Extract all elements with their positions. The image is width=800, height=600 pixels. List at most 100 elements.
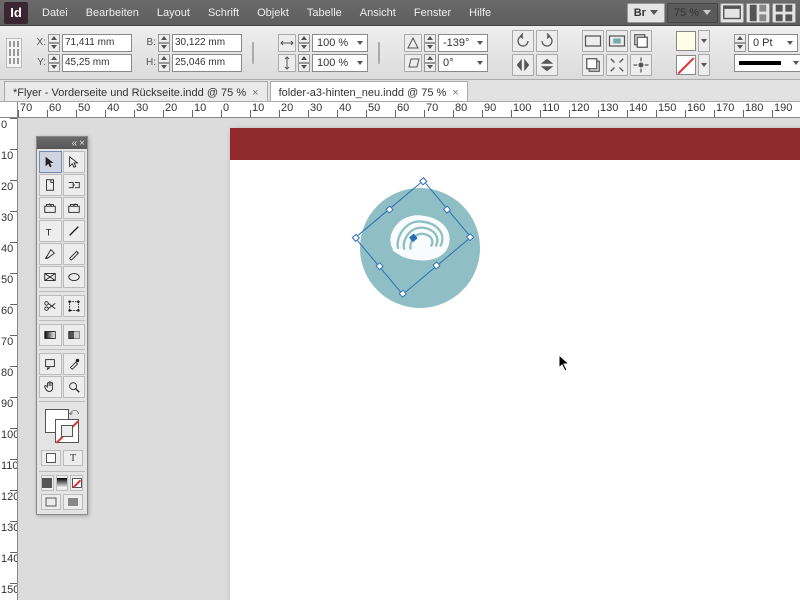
- w-step-up[interactable]: [158, 34, 170, 43]
- rotate-ccw-icon[interactable]: [512, 30, 534, 52]
- tools-panel[interactable]: «× T: [36, 136, 88, 515]
- pen-tool[interactable]: [39, 243, 62, 265]
- view-mode-normal[interactable]: [41, 494, 61, 510]
- flip-v-icon[interactable]: [536, 54, 558, 76]
- constrain-scale-icon[interactable]: [378, 42, 380, 64]
- fit-content-icon[interactable]: [606, 54, 628, 76]
- sx-step-down[interactable]: [298, 43, 310, 52]
- hand-tool[interactable]: [39, 376, 62, 398]
- direct-selection-tool[interactable]: [63, 151, 86, 173]
- flip-h-icon[interactable]: [512, 54, 534, 76]
- stroke-style-field[interactable]: [734, 54, 800, 72]
- y-field[interactable]: [62, 54, 132, 72]
- rotate-cw-icon[interactable]: [536, 30, 558, 52]
- menu-tabelle[interactable]: Tabelle: [299, 3, 350, 23]
- menu-bearbeiten[interactable]: Bearbeiten: [78, 3, 147, 23]
- free-transform-tool[interactable]: [63, 295, 86, 317]
- fill-swatch[interactable]: [676, 31, 696, 51]
- y-step-up[interactable]: [48, 54, 60, 63]
- fill-drop-icon[interactable]: [698, 30, 710, 52]
- line-tool[interactable]: [63, 220, 86, 242]
- swap-fill-stroke-icon[interactable]: ⤺: [68, 407, 79, 418]
- rot-step-down[interactable]: [424, 43, 436, 52]
- rot-step-up[interactable]: [424, 34, 436, 43]
- bridge-button[interactable]: Br: [627, 3, 665, 23]
- w-field[interactable]: [172, 34, 242, 52]
- view-mode-preview[interactable]: [63, 494, 83, 510]
- strokew-down[interactable]: [734, 43, 746, 52]
- note-tool[interactable]: [39, 353, 62, 375]
- page[interactable]: [230, 128, 800, 600]
- ruler-horizontal[interactable]: 7060504030201001020304050607080901001101…: [18, 102, 800, 118]
- h-field[interactable]: [172, 54, 242, 72]
- select-content-icon[interactable]: [606, 30, 628, 52]
- stroke-proxy[interactable]: [55, 419, 79, 443]
- x-step-up[interactable]: [48, 34, 60, 43]
- sx-step-up[interactable]: [298, 34, 310, 43]
- x-step-down[interactable]: [48, 43, 60, 52]
- arrange-button[interactable]: [746, 3, 770, 23]
- stroke-swatch[interactable]: [676, 55, 696, 75]
- scalex-field[interactable]: 100 %: [312, 34, 368, 52]
- rectangle-frame-tool[interactable]: [39, 266, 62, 288]
- doc-tab-flyer[interactable]: *Flyer - Vorderseite und Rückseite.indd …: [4, 81, 268, 101]
- canvas[interactable]: «× T: [18, 118, 800, 600]
- select-container-icon[interactable]: [582, 30, 604, 52]
- selection-tool[interactable]: [39, 151, 62, 173]
- shr-step-up[interactable]: [424, 54, 436, 63]
- scissors-tool[interactable]: [39, 295, 62, 317]
- scaley-field[interactable]: 100 %: [312, 54, 368, 72]
- rotate-field[interactable]: -139°: [438, 34, 488, 52]
- zoom-dropdown[interactable]: 75 %: [667, 3, 718, 23]
- apply-color-button[interactable]: [41, 450, 61, 466]
- zoom-tool[interactable]: [63, 376, 86, 398]
- shear-field[interactable]: 0°: [438, 54, 488, 72]
- h-step-down[interactable]: [158, 63, 170, 72]
- sy-step-up[interactable]: [298, 54, 310, 63]
- apply-none-button[interactable]: [70, 475, 83, 491]
- close-icon[interactable]: ×: [452, 87, 458, 99]
- gradient-swatch-tool[interactable]: [39, 324, 62, 346]
- ruler-vertical[interactable]: 0102030405060708090100110120130140150: [0, 118, 18, 600]
- workspace-button[interactable]: [772, 3, 796, 23]
- formatting-text-button[interactable]: T: [63, 450, 83, 466]
- constrain-wh-icon[interactable]: [252, 42, 254, 64]
- close-icon[interactable]: ×: [252, 87, 258, 99]
- select-prev-icon[interactable]: [630, 30, 652, 52]
- page-tool[interactable]: [39, 174, 62, 196]
- pencil-tool[interactable]: [63, 243, 86, 265]
- gradient-feather-tool[interactable]: [63, 324, 86, 346]
- menu-ansicht[interactable]: Ansicht: [352, 3, 404, 23]
- fill-stroke-proxy[interactable]: ⤺: [41, 407, 83, 447]
- menu-schrift[interactable]: Schrift: [200, 3, 247, 23]
- h-step-up[interactable]: [158, 54, 170, 63]
- stroke-weight-field[interactable]: 0 Pt: [748, 34, 798, 52]
- select-next-icon[interactable]: [582, 54, 604, 76]
- type-tool[interactable]: T: [39, 220, 62, 242]
- menu-fenster[interactable]: Fenster: [406, 3, 459, 23]
- apply-gradient-button[interactable]: [56, 475, 69, 491]
- content-collector-tool[interactable]: [39, 197, 62, 219]
- menu-objekt[interactable]: Objekt: [249, 3, 297, 23]
- x-field[interactable]: [62, 34, 132, 52]
- menu-layout[interactable]: Layout: [149, 3, 198, 23]
- ellipse-tool[interactable]: [63, 266, 86, 288]
- reference-point[interactable]: [6, 38, 22, 68]
- shr-step-down[interactable]: [424, 63, 436, 72]
- menu-hilfe[interactable]: Hilfe: [461, 3, 499, 23]
- menu-datei[interactable]: Datei: [34, 3, 76, 23]
- gap-tool[interactable]: [63, 174, 86, 196]
- strokew-up[interactable]: [734, 34, 746, 43]
- y-step-down[interactable]: [48, 63, 60, 72]
- content-placer-tool[interactable]: [63, 197, 86, 219]
- stroke-drop-icon[interactable]: [698, 54, 710, 76]
- screen-mode-button[interactable]: [720, 3, 744, 23]
- center-content-icon[interactable]: [630, 54, 652, 76]
- sy-step-down[interactable]: [298, 63, 310, 72]
- ruler-origin[interactable]: [0, 102, 18, 118]
- apply-solid-button[interactable]: [41, 475, 54, 491]
- w-step-down[interactable]: [158, 43, 170, 52]
- doc-tab-folder[interactable]: folder-a3-hinten_neu.indd @ 75 %×: [270, 81, 468, 101]
- tools-panel-header[interactable]: «×: [37, 137, 87, 149]
- eyedropper-tool[interactable]: [63, 353, 86, 375]
